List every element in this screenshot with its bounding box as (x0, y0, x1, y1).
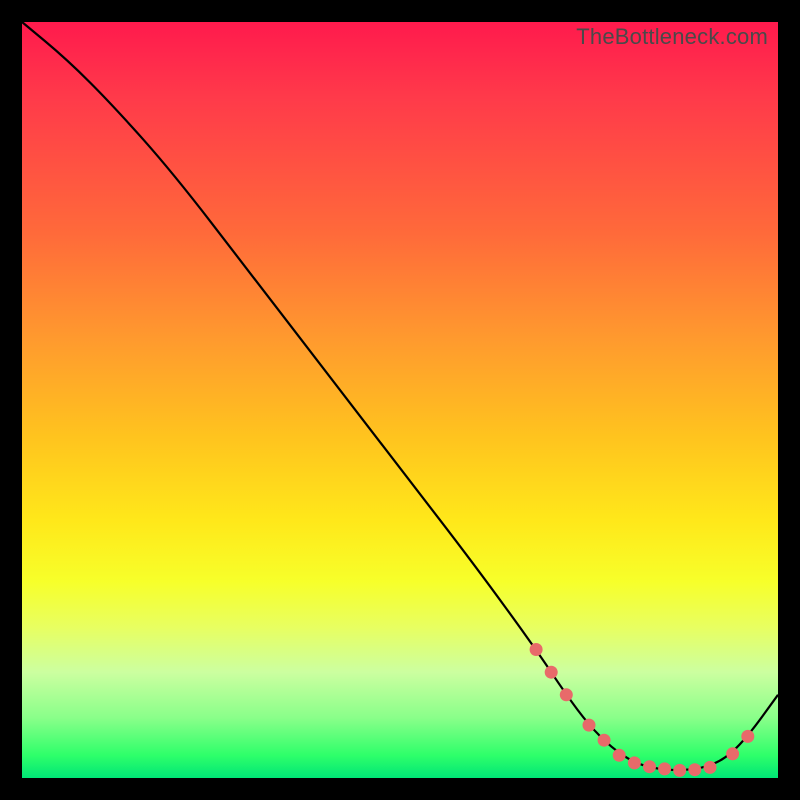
curve-marker (688, 763, 701, 776)
plot-area: TheBottleneck.com (22, 22, 778, 778)
curve-marker (598, 734, 611, 747)
curve-marker (628, 756, 641, 769)
curve-marker (643, 760, 656, 773)
curve-marker (613, 749, 626, 762)
curve-marker (704, 761, 717, 774)
curve-marker (726, 747, 739, 760)
curve-marker (560, 688, 573, 701)
curve-marker (658, 762, 671, 775)
curve-marker (530, 643, 543, 656)
curve-marker (545, 666, 558, 679)
bottleneck-curve (22, 22, 778, 770)
marker-group (530, 643, 755, 777)
curve-marker (741, 730, 754, 743)
curve-marker (673, 764, 686, 777)
chart-frame: TheBottleneck.com (0, 0, 800, 800)
curve-svg (22, 22, 778, 778)
curve-marker (583, 719, 596, 732)
